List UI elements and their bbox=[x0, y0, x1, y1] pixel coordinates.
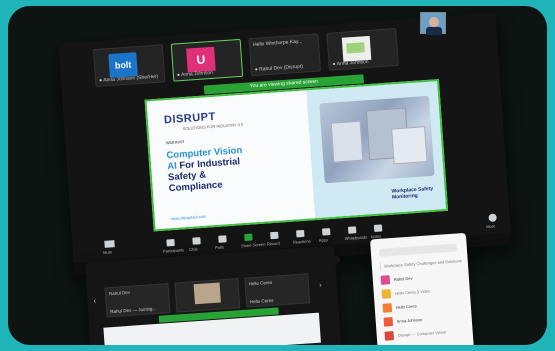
record-icon bbox=[270, 231, 279, 240]
toolbar-label: Record bbox=[266, 240, 280, 247]
microphone-icon bbox=[104, 240, 115, 248]
participant-name: Rahul Dev — Joining... bbox=[110, 305, 157, 315]
screenshot-frame: bolt ● Anna Johnson (She/Her) U ● Anna J… bbox=[8, 6, 547, 345]
factory-shape bbox=[330, 120, 364, 163]
toolbar-label: Reactions bbox=[292, 238, 311, 245]
scroll-left-arrow-icon[interactable]: ‹ bbox=[93, 296, 102, 307]
mute-button[interactable]: Mute bbox=[102, 240, 119, 257]
toolbar-record[interactable]: Record bbox=[266, 231, 283, 246]
share-screen-icon bbox=[244, 233, 253, 242]
apps-icon bbox=[321, 228, 331, 236]
whiteboard-icon bbox=[347, 226, 357, 234]
toolbar-chat[interactable]: Chat bbox=[188, 237, 205, 252]
participant-tile[interactable] bbox=[174, 278, 241, 313]
participant-tile[interactable]: U ● Anna Johnson bbox=[170, 38, 244, 82]
document-icon bbox=[341, 35, 372, 62]
avatar bbox=[381, 289, 392, 299]
list-item-label: Workplace Safety Challenges and Solution… bbox=[383, 258, 462, 269]
polls-icon bbox=[218, 235, 227, 243]
slide-headline: Computer Vision AI For Industrial Safety… bbox=[166, 141, 309, 194]
toolbar-notes[interactable]: Notes bbox=[370, 224, 387, 239]
factory-image bbox=[319, 95, 435, 184]
slide-right-badge: Workplace Safety Monitoring bbox=[391, 185, 434, 201]
search-input[interactable] bbox=[378, 243, 458, 257]
toolbar-label: Share Screen bbox=[240, 241, 266, 249]
toolbar-share-screen[interactable]: Share Screen bbox=[240, 233, 266, 248]
participant-tile[interactable]: bolt ● Anna Johnson (She/Her) bbox=[92, 44, 166, 88]
avatar bbox=[380, 275, 391, 285]
person-head bbox=[429, 17, 439, 27]
more-button[interactable]: More bbox=[483, 213, 502, 230]
participant-name: ● Rahul Dev (Disrupt) bbox=[254, 63, 304, 73]
participant-name-top: Hello Winthorpe Kay... bbox=[252, 38, 303, 48]
list-item-label: Hello Ceres bbox=[395, 303, 417, 310]
participant-name-top: Rahul Dev bbox=[108, 289, 131, 297]
toolbar-label: Chat bbox=[188, 246, 198, 252]
list-item-label: Hello Ceres 3 Video bbox=[394, 288, 431, 296]
participant-name-top: Hello Ceres bbox=[248, 279, 273, 287]
toolbar-reactions[interactable]: Reactions bbox=[292, 229, 311, 245]
participant-name: ● Anna Johnson bbox=[176, 69, 214, 79]
shared-slide: DISRUPT SOLUTIONS FOR INDUSTRY 4.0 WEBIN… bbox=[144, 79, 449, 232]
avatar bbox=[383, 317, 394, 327]
more-icon bbox=[488, 213, 497, 222]
participant-tile[interactable]: Hello Winthorpe Kay... ● Rahul Dev (Disr… bbox=[248, 33, 322, 77]
participant-tile[interactable]: ● Anna Johnson bbox=[326, 27, 399, 71]
scene: bolt ● Anna Johnson (She/Her) U ● Anna J… bbox=[8, 6, 547, 345]
participants-panel: Workplace Safety Challenges and Solution… bbox=[370, 232, 474, 345]
more-label: More bbox=[486, 223, 496, 230]
headline-line: AI bbox=[166, 160, 178, 173]
person-body bbox=[426, 27, 442, 35]
slide-url: www.disruptsol.com bbox=[170, 213, 207, 222]
bolt-logo-icon: bolt bbox=[108, 52, 138, 79]
reactions-icon bbox=[296, 229, 305, 238]
notes-icon bbox=[373, 224, 383, 232]
toolbar-polls[interactable]: Polls bbox=[214, 235, 231, 250]
slide-text-panel: DISRUPT SOLUTIONS FOR INDUSTRY 4.0 WEBIN… bbox=[146, 90, 316, 230]
secondary-meeting-window: ‹ Rahul Dev Rahul Dev — Joining... Hello… bbox=[84, 245, 342, 345]
scroll-right-arrow-icon[interactable]: › bbox=[319, 280, 328, 291]
participants-icon bbox=[166, 238, 175, 247]
participant-name: ● Anna Johnson (She/Her) bbox=[98, 73, 159, 84]
slide-image-panel: Workplace Safety Monitoring bbox=[306, 81, 446, 219]
participant-tile[interactable]: Rahul Dev Rahul Dev — Joining... bbox=[104, 283, 171, 318]
toolbar-label: Participants bbox=[163, 247, 185, 254]
mute-label: Mute bbox=[102, 249, 113, 255]
toolbar-label: Polls bbox=[214, 244, 224, 251]
avatar bbox=[384, 331, 395, 341]
participant-name: ● Anna Johnson bbox=[332, 58, 369, 68]
avatar bbox=[382, 303, 393, 313]
toolbar-label: Apps bbox=[318, 237, 329, 243]
speaker-video-thumbnail[interactable] bbox=[420, 12, 446, 35]
list-item-label: Disrupt — Computer Vision bbox=[397, 329, 447, 338]
u-logo-icon: U bbox=[186, 46, 216, 73]
list-item-label: Rahul Dev bbox=[393, 275, 413, 282]
list-item-label: Anna Johnson bbox=[396, 317, 423, 324]
participant-name: Hello Ceres bbox=[249, 297, 274, 305]
avatar bbox=[379, 261, 381, 271]
list-item[interactable]: Disrupt — Computer Vision bbox=[384, 325, 467, 342]
toolbar-participants[interactable]: Participants bbox=[162, 238, 184, 254]
participant-video bbox=[193, 282, 221, 305]
toolbar-apps[interactable]: Apps bbox=[318, 228, 335, 243]
participant-tile[interactable]: Hello Ceres Hello Ceres bbox=[244, 273, 311, 308]
slide-badge: WEBINAR bbox=[165, 139, 185, 146]
chat-icon bbox=[192, 237, 201, 245]
toolbar-label: Whiteboards bbox=[344, 234, 368, 242]
factory-shape bbox=[391, 126, 428, 165]
toolbar-whiteboards[interactable]: Whiteboards bbox=[344, 226, 367, 241]
